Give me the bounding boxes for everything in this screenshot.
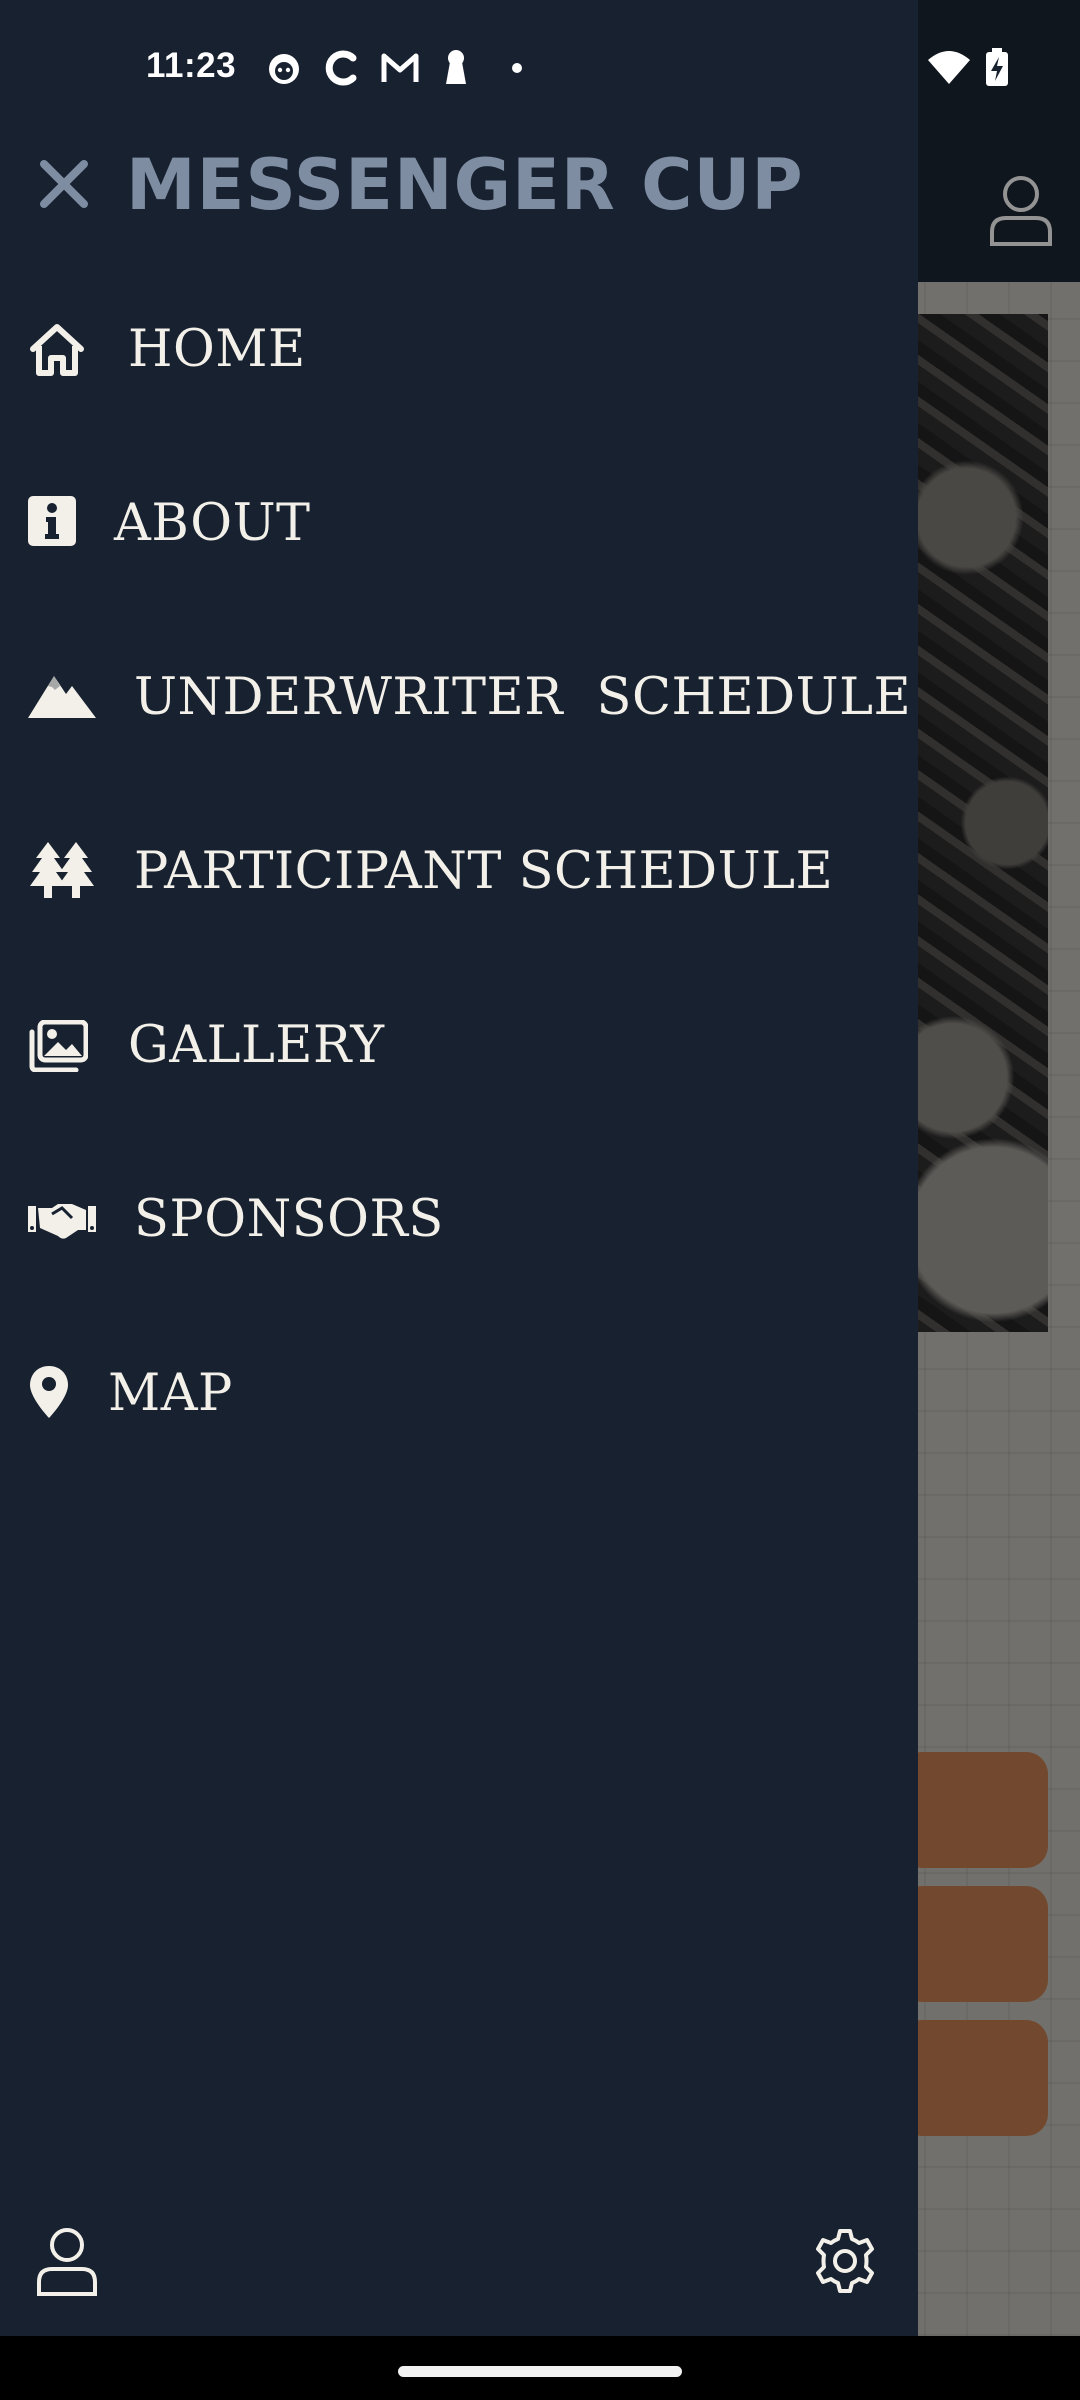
smiley-face-icon: [269, 54, 299, 84]
wifi-icon: [928, 51, 970, 84]
battery-charging-icon: [986, 48, 1008, 86]
menu-item-about[interactable]: ABOUT: [0, 464, 918, 584]
mountain-icon: [28, 676, 96, 718]
home-icon: [30, 324, 84, 376]
status-bar: 11:23: [0, 0, 1080, 130]
menu-label-gallery: GALLERY: [128, 1016, 385, 1075]
close-icon[interactable]: [38, 158, 90, 210]
home-gesture-handle[interactable]: [398, 2366, 682, 2377]
c-logo-icon: [325, 50, 357, 86]
menu-label-sponsors: SPONSORS: [134, 1190, 444, 1249]
navigation-drawer: MESSENGER CUP HOME ABOUT UNDERWRITER SCH…: [0, 0, 918, 2336]
drawer-title: MESSENGER CUP: [126, 144, 804, 226]
menu-item-map[interactable]: MAP: [0, 1334, 918, 1454]
menu-label-participant-schedule: PARTICIPANT SCHEDULE: [134, 842, 834, 901]
menu-label-home: HOME: [128, 320, 306, 379]
map-pin-icon: [30, 1366, 68, 1418]
trees-icon: [30, 842, 94, 898]
gmail-icon: [381, 53, 419, 82]
keyhole-icon: [446, 50, 466, 84]
menu-item-underwriter-schedule[interactable]: UNDERWRITER SCHEDULE: [0, 638, 918, 758]
menu-item-sponsors[interactable]: SPONSORS: [0, 1160, 918, 1280]
status-time: 11:23: [146, 46, 237, 85]
menu-item-participant-schedule[interactable]: PARTICIPANT SCHEDULE: [0, 812, 918, 932]
gear-icon[interactable]: [812, 2228, 878, 2294]
handshake-icon: [28, 1204, 96, 1239]
user-icon[interactable]: [36, 2226, 98, 2296]
menu-label-underwriter-schedule: UNDERWRITER SCHEDULE: [134, 668, 912, 727]
navigation-bar: [0, 2336, 1080, 2400]
images-icon: [29, 1020, 88, 1072]
dot-icon: [512, 63, 522, 73]
menu-label-about: ABOUT: [114, 494, 311, 553]
drawer-header: MESSENGER CUP: [0, 136, 918, 236]
menu-item-home[interactable]: HOME: [0, 290, 918, 410]
menu-item-gallery[interactable]: GALLERY: [0, 986, 918, 1106]
menu-label-map: MAP: [108, 1364, 233, 1423]
info-icon: [28, 496, 76, 546]
